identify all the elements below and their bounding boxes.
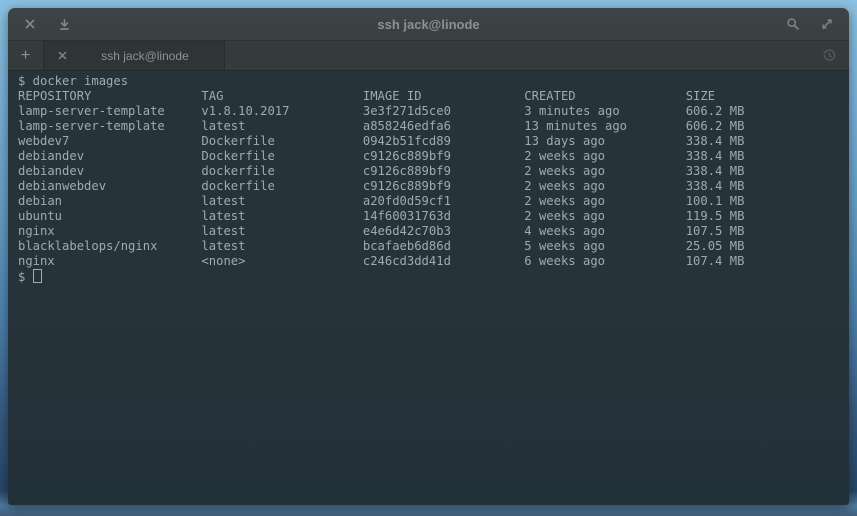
maximize-icon [820,17,834,31]
table-row-line: webdev7 Dockerfile 0942b51fcd89 13 days … [18,134,849,149]
terminal-window: ssh jack@linode + ssh jack@linode [8,8,849,505]
search-button[interactable] [781,12,805,36]
close-window-button[interactable] [18,12,42,36]
prompt-line: $ [18,269,849,285]
command-line: $ docker images [18,74,849,89]
titlebar[interactable]: ssh jack@linode [8,8,849,41]
table-row-line: debianwebdev dockerfile c9126c889bf9 2 w… [18,179,849,194]
download-icon [58,18,71,31]
tab-label: ssh jack@linode [75,49,215,63]
table-row-line: ubuntu latest 14f60031763d 2 weeks ago 1… [18,209,849,224]
table-row-line: lamp-server-template v1.8.10.2017 3e3f27… [18,104,849,119]
table-row-line: nginx latest e4e6d42c70b3 4 weeks ago 10… [18,224,849,239]
tabbar: + ssh jack@linode [8,41,849,71]
terminal-output[interactable]: $ docker imagesREPOSITORY TAG IMAGE ID C… [8,71,849,505]
table-header-line: REPOSITORY TAG IMAGE ID CREATED SIZE [18,89,849,104]
tab-close-icon [58,51,67,60]
tab-ssh-jack-linode[interactable]: ssh jack@linode [43,41,225,70]
table-row-line: debiandev Dockerfile c9126c889bf9 2 week… [18,149,849,164]
new-tab-button[interactable]: + [8,41,43,70]
terminal-cursor [33,269,42,283]
table-row-line: nginx <none> c246cd3dd41d 6 weeks ago 10… [18,254,849,269]
table-row-line: debian latest a20fd0d59cf1 2 weeks ago 1… [18,194,849,209]
maximize-button[interactable] [815,12,839,36]
history-icon [822,48,837,63]
tab-close-button[interactable] [53,47,71,65]
window-title: ssh jack@linode [8,17,849,32]
download-button[interactable] [52,12,76,36]
search-icon [786,17,800,31]
restore-closed-tabs-button[interactable] [818,45,840,67]
table-row-line: blacklabelops/nginx latest bcafaeb6d86d … [18,239,849,254]
table-row-line: debiandev dockerfile c9126c889bf9 2 week… [18,164,849,179]
close-icon [24,18,36,30]
table-row-line: lamp-server-template latest a858246edfa6… [18,119,849,134]
